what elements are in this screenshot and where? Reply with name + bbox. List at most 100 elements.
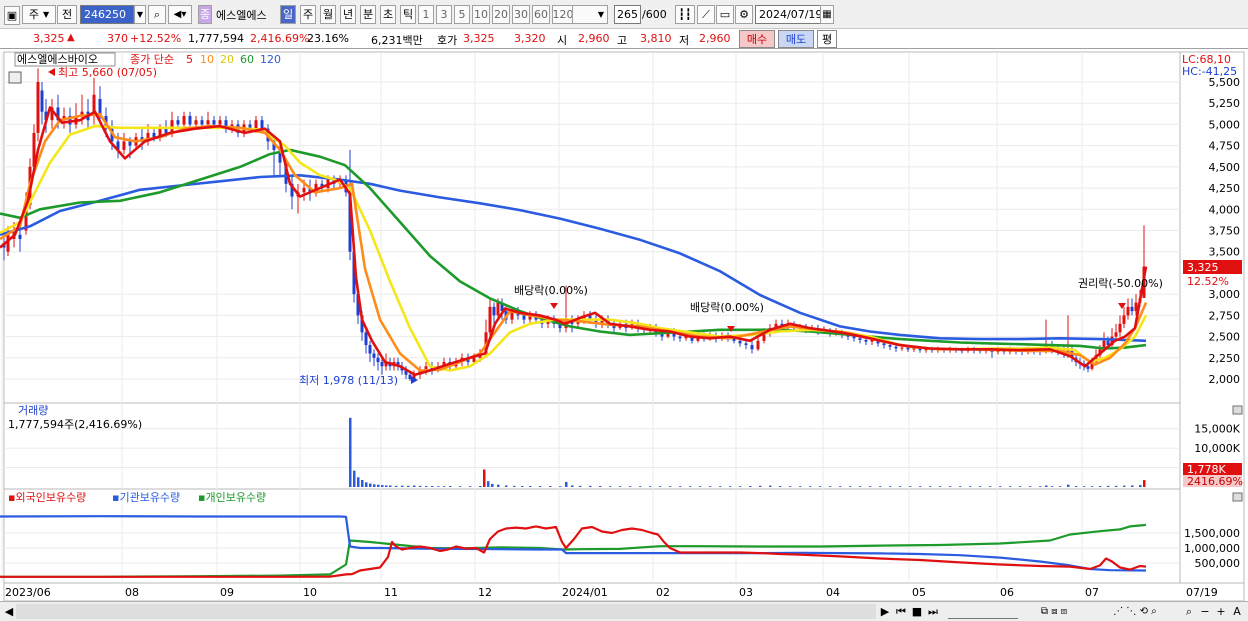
x-axis-end: 07/19 (1186, 586, 1218, 599)
market-label: 주 (28, 8, 39, 21)
unit-button-1[interactable]: 1 (418, 5, 434, 24)
rewind-icon[interactable]: ⏮ (894, 604, 908, 619)
candle-body (218, 120, 222, 125)
ma-legend-20: 20 (220, 53, 234, 66)
market-select[interactable]: 주 ▼ (22, 5, 56, 24)
grid-toggle-icon[interactable] (8, 71, 22, 84)
volume-bar (939, 486, 942, 487)
volume-bar (989, 486, 992, 487)
ask-price: 3,325 (463, 32, 495, 45)
candle-body (380, 362, 384, 367)
bid-price: 3,320 (514, 32, 546, 45)
volume-bar (719, 486, 722, 487)
speaker-icon[interactable]: ◀▾ (168, 5, 192, 24)
period-button-0[interactable]: 일 (280, 5, 296, 24)
scroll-right-icon[interactable]: ▶ (880, 604, 890, 619)
fast-forward-icon[interactable]: ⏭ (926, 604, 940, 619)
volume-bar (373, 484, 376, 487)
scroll-left-icon[interactable]: ◀ (4, 604, 14, 619)
candle-body (302, 188, 306, 193)
period-button-5[interactable]: 초 (380, 5, 396, 24)
stock-code-input[interactable]: 246250 (80, 5, 134, 24)
buy-button[interactable]: 매수 (739, 30, 775, 48)
chevron-down-icon: ▼ (597, 10, 605, 19)
holding-panel-close-icon[interactable] (1232, 492, 1243, 502)
volume-panel-close-icon[interactable] (1232, 405, 1243, 415)
last-pct-label: 12.52% (1187, 275, 1229, 288)
candle-body (894, 346, 898, 349)
volume-bar (629, 486, 632, 487)
volume-bar (1139, 485, 1142, 487)
plus-icon[interactable]: + (1214, 604, 1228, 619)
candle-type-icon[interactable]: ┇┇ (675, 5, 695, 24)
volume-bar (679, 486, 682, 487)
unit-button-3[interactable]: 3 (436, 5, 452, 24)
unit-button-120[interactable]: 120 (552, 5, 574, 24)
sell-button[interactable]: 매도 (778, 30, 814, 48)
stock-name-field[interactable]: 에스엘에스 (213, 5, 276, 24)
date-input[interactable]: 2024/07/19 (755, 5, 821, 24)
window-menu-icon[interactable]: ▣ (4, 6, 20, 25)
candle-body (212, 120, 216, 125)
unit-button-20[interactable]: 20 (492, 5, 510, 24)
line-type-icon[interactable]: ⟋ (697, 5, 715, 24)
search-icon[interactable]: ⌕ (148, 5, 166, 24)
scrollbar-track[interactable] (16, 604, 876, 619)
prev-select[interactable]: 전 (57, 5, 77, 24)
x-axis-panel (3, 582, 1245, 602)
period-button-3[interactable]: 년 (340, 5, 356, 24)
font-size-icon[interactable]: A (1230, 604, 1244, 619)
compare-icon[interactable]: ⧉ ⧈ ⧇ (1024, 604, 1084, 619)
volume-bar (819, 486, 822, 487)
volume-bar (413, 485, 416, 487)
volume-bar (1009, 486, 1012, 487)
candle-body (1126, 306, 1130, 316)
volume-bar (599, 486, 602, 487)
stop-icon[interactable]: ■ (910, 604, 924, 619)
volume-bar (959, 486, 962, 487)
save-icon[interactable]: ▭ (716, 5, 734, 24)
low-label: 저 (679, 34, 690, 47)
x-tick-label: 05 (912, 586, 926, 599)
volume-tick-label: 10,000K (1194, 442, 1240, 455)
candle-body (744, 343, 748, 346)
volume-bar (1143, 480, 1146, 487)
x-tick-label: 09 (220, 586, 234, 599)
count-input[interactable]: 265 (614, 5, 641, 24)
candle-body (206, 120, 210, 125)
code-dropdown-button[interactable]: ▼ (134, 5, 146, 24)
zoom-slider[interactable] (948, 604, 1018, 619)
volume-bar (749, 486, 752, 487)
eval-button[interactable]: 평 (817, 30, 837, 48)
draw-tools-icon[interactable]: ⋰ ⋱ ⟲ ⌕ (1090, 604, 1180, 619)
calendar-icon[interactable]: ▦ (820, 5, 834, 24)
gear-icon[interactable]: ⚙ (735, 5, 753, 24)
dividend-annotation-2: 배당락(0.00%) (690, 301, 764, 314)
unit-dropdown[interactable]: ▼ (572, 5, 608, 24)
volume-bar (949, 486, 952, 487)
candle-body (182, 115, 186, 125)
holding-panel (3, 488, 1181, 584)
period-button-1[interactable]: 주 (300, 5, 316, 24)
stock-chart[interactable]: 5,5005,2505,0004,7504,5004,2504,0003,750… (0, 50, 1248, 602)
unit-button-60[interactable]: 60 (532, 5, 550, 24)
period-button-2[interactable]: 월 (320, 5, 336, 24)
period-button-6[interactable]: 틱 (400, 5, 416, 24)
dividend-annotation-1: 배당락(0.00%) (514, 284, 588, 297)
volume-bar (889, 486, 892, 487)
minus-icon[interactable]: − (1198, 604, 1212, 619)
volume-bar (549, 486, 552, 487)
volume-value: 1,777,594 (188, 32, 244, 45)
unit-button-30[interactable]: 30 (512, 5, 530, 24)
volume-bar (401, 485, 404, 487)
volume-bar (385, 485, 388, 487)
x-tick-label: 08 (125, 586, 139, 599)
zoom-out-icon[interactable]: ⌕ (1182, 604, 1196, 619)
volume-bar (571, 485, 574, 487)
unit-button-5[interactable]: 5 (454, 5, 470, 24)
volume-bar (521, 486, 524, 487)
price-tick-label: 2,250 (1209, 352, 1241, 365)
period-button-4[interactable]: 분 (360, 5, 376, 24)
unit-button-10[interactable]: 10 (472, 5, 490, 24)
trade-amount: 6,231백만 (371, 34, 423, 47)
